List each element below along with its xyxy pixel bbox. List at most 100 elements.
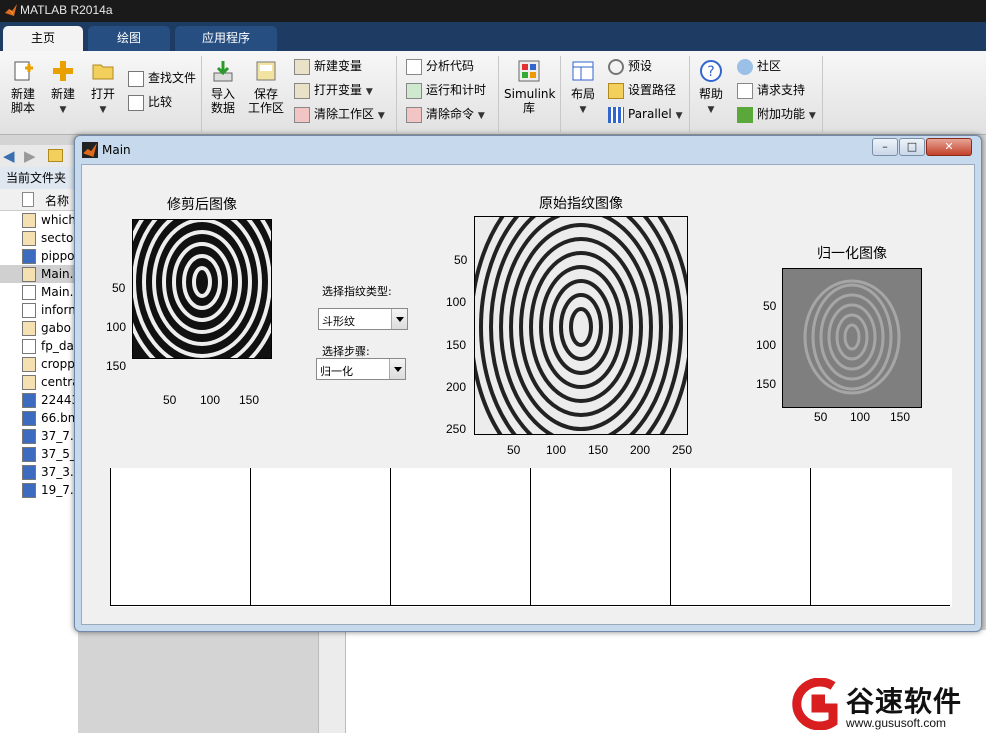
save-workspace-icon xyxy=(256,61,276,81)
file-list-item[interactable]: centra xyxy=(0,373,78,391)
file-list-item[interactable]: inforn xyxy=(0,301,78,319)
help-icon: ? xyxy=(700,60,722,82)
help-button[interactable]: ? 帮助 ▼ xyxy=(694,59,728,117)
clear-workspace-button[interactable]: 清除工作区 ▼ xyxy=(294,105,385,125)
chevron-down-icon xyxy=(391,309,407,329)
cropped-xtick: 100 xyxy=(200,393,221,407)
clear-commands-label: 清除命令 xyxy=(426,107,475,121)
import-data-button[interactable]: 导入 数据 xyxy=(206,59,240,115)
back-arrow-icon[interactable]: ◀ xyxy=(3,147,15,165)
forward-arrow-icon[interactable]: ▶ xyxy=(24,147,36,165)
gear-icon xyxy=(608,58,624,75)
up-folder-icon[interactable] xyxy=(48,149,63,162)
figure-canvas: 修剪后图像 50 100 150 50 100 150 选择指纹类型: 斗形纹 … xyxy=(81,164,975,625)
file-name: centra xyxy=(41,375,78,389)
file-list-item[interactable]: gabo xyxy=(0,319,78,337)
cropped-xtick: 150 xyxy=(239,393,260,407)
fingerprint-type-label: 选择指纹类型: xyxy=(322,285,392,298)
simulink-library-button[interactable]: Simulink 库 xyxy=(504,59,555,115)
svg-text:?: ? xyxy=(707,64,714,80)
normalized-fingerprint-image xyxy=(782,268,922,408)
compare-button[interactable]: 比较 xyxy=(128,93,172,113)
new-script-button[interactable]: 新建 脚本 xyxy=(6,59,40,115)
file-name: 66.bm xyxy=(41,411,78,425)
request-support-button[interactable]: 请求支持 xyxy=(737,81,805,101)
bmp-file-icon xyxy=(22,429,36,444)
file-list-item[interactable]: Main. xyxy=(0,265,78,283)
file-name: gabo xyxy=(41,321,71,335)
bmp-file-icon xyxy=(22,393,36,408)
step-label: 选择步骤: xyxy=(322,345,370,358)
empty-axes xyxy=(670,468,810,606)
cropped-image-title: 修剪后图像 xyxy=(167,197,237,213)
minimize-button[interactable]: – xyxy=(872,138,898,156)
file-list-item[interactable]: 37_5_ xyxy=(0,445,78,463)
address-toolbar: ◀ ▶ xyxy=(0,145,78,167)
parallel-button[interactable]: Parallel ▼ xyxy=(608,105,682,125)
file-list-item[interactable]: secto xyxy=(0,229,78,247)
tab-home[interactable]: 主页 xyxy=(3,26,83,51)
run-and-time-button[interactable]: 运行和计时 xyxy=(406,81,486,101)
file-list-item[interactable]: Main. xyxy=(0,283,78,301)
new-script-icon xyxy=(14,61,33,81)
normalized-xtick: 150 xyxy=(890,410,911,424)
step-select[interactable]: 归一化 xyxy=(316,358,406,380)
new-variable-icon xyxy=(294,58,310,75)
set-path-button[interactable]: 设置路径 xyxy=(608,81,676,101)
add-ons-button[interactable]: 附加功能 ▼ xyxy=(737,105,816,125)
layout-label: 布局 xyxy=(570,87,595,101)
save-workspace-button[interactable]: 保存 工作区 xyxy=(246,59,286,115)
find-files-button[interactable]: 查找文件 xyxy=(128,69,196,89)
run-and-time-label: 运行和计时 xyxy=(426,83,487,97)
empty-axes xyxy=(250,468,390,606)
file-list-item[interactable]: which xyxy=(0,211,78,229)
normalized-image-title: 归一化图像 xyxy=(817,246,887,262)
file-list-item[interactable]: 22443 xyxy=(0,391,78,409)
clear-commands-icon xyxy=(406,106,422,123)
panel-scrollbar[interactable] xyxy=(318,630,346,733)
simulink-icon xyxy=(518,60,540,82)
layout-button[interactable]: 布局 ▼ xyxy=(566,59,600,117)
watermark-name: 谷速软件 xyxy=(846,685,963,718)
name-column-header[interactable]: 名称 xyxy=(45,192,69,209)
analyze-code-button[interactable]: 分析代码 xyxy=(406,57,474,77)
file-list-item[interactable]: pippo xyxy=(0,247,78,265)
file-list-item[interactable]: 37_3.b xyxy=(0,463,78,481)
figure-title: Main xyxy=(102,143,131,157)
file-list-item[interactable]: 19_7.b xyxy=(0,481,78,499)
tab-plots[interactable]: 绘图 xyxy=(88,26,170,51)
new-button[interactable]: 新建 ▼ xyxy=(46,59,80,117)
chevron-down-icon: ▼ xyxy=(99,105,107,115)
new-label: 新建 xyxy=(50,87,75,101)
clear-commands-button[interactable]: 清除命令 ▼ xyxy=(406,105,485,125)
chevron-down-icon: ▼ xyxy=(808,111,816,121)
file-list-item[interactable]: 66.bm xyxy=(0,409,78,427)
help-label: 帮助 xyxy=(698,87,723,101)
open-button[interactable]: 打开 ▼ xyxy=(86,59,120,117)
import-data-icon xyxy=(213,61,233,82)
fig-file-icon xyxy=(22,339,36,354)
chevron-down-icon: ▼ xyxy=(675,111,683,121)
community-button[interactable]: 社区 xyxy=(737,57,781,77)
file-name: pippo xyxy=(41,249,75,263)
preferences-button[interactable]: 预设 xyxy=(608,57,652,77)
new-variable-button[interactable]: 新建变量 xyxy=(294,57,362,77)
original-ytick: 200 xyxy=(446,380,467,394)
file-list-item[interactable]: 37_7.b xyxy=(0,427,78,445)
file-name: 22443 xyxy=(41,393,78,407)
fingerprint-type-select[interactable]: 斗形纹 xyxy=(318,308,408,330)
file-list-item[interactable]: cropp xyxy=(0,355,78,373)
watermark-logo-icon xyxy=(792,678,838,730)
chevron-down-icon: ▼ xyxy=(707,105,715,115)
tab-apps[interactable]: 应用程序 xyxy=(175,26,277,51)
fingerprint-graphic xyxy=(475,217,687,434)
open-variable-button[interactable]: 打开变量 ▼ xyxy=(294,81,373,101)
maximize-button[interactable]: □ xyxy=(899,138,925,156)
ribbon-separator xyxy=(396,56,397,132)
normalized-xtick: 50 xyxy=(814,410,828,424)
file-list-item[interactable]: fp_da xyxy=(0,337,78,355)
figure-window: Main – □ ✕ 修剪后图像 50 100 150 50 100 150 选… xyxy=(74,135,982,632)
m-file-icon xyxy=(22,267,36,282)
open-variable-icon xyxy=(294,82,310,99)
close-button[interactable]: ✕ xyxy=(926,138,972,156)
